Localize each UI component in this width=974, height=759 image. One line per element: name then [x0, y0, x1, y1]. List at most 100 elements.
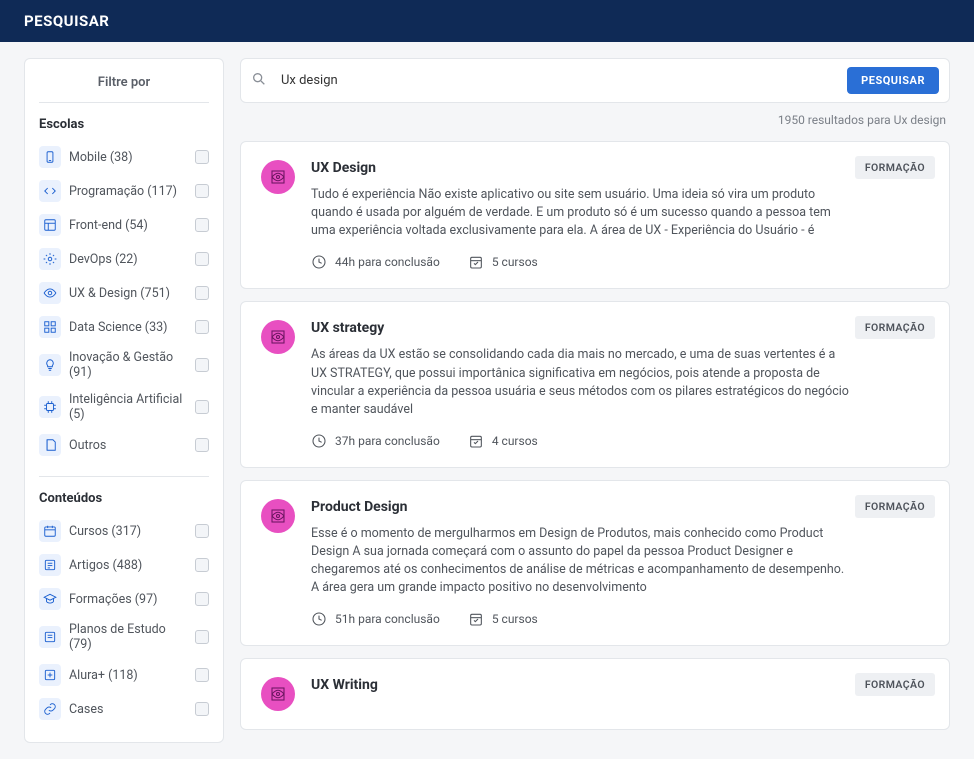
filter-checkbox[interactable] [195, 524, 209, 538]
filter-checkbox[interactable] [195, 400, 209, 414]
filter-checkbox[interactable] [195, 252, 209, 266]
filter-label: Alura+ (118) [69, 668, 187, 683]
result-title: UX Writing [311, 677, 849, 693]
filter-checkbox[interactable] [195, 702, 209, 716]
eye-icon [39, 282, 61, 304]
search-button[interactable]: PESQUISAR [847, 67, 939, 94]
type-badge: FORMAÇÃO [855, 495, 935, 518]
filter-checkbox[interactable] [195, 320, 209, 334]
cap-icon [39, 588, 61, 610]
result-card[interactable]: FORMAÇÃO UX strategy As áreas da UX estão … [240, 301, 950, 468]
filter-row[interactable]: Front-end (54) [39, 208, 209, 242]
filter-label: Inteligência Artificial (5) [69, 392, 187, 422]
filter-checkbox[interactable] [195, 592, 209, 606]
layout-icon [39, 214, 61, 236]
result-title: UX strategy [311, 320, 849, 336]
filter-row[interactable]: UX & Design (751) [39, 276, 209, 310]
filter-row[interactable]: Cursos (317) [39, 514, 209, 548]
courses-stat: 5 cursos [468, 254, 538, 270]
filter-checkbox[interactable] [195, 150, 209, 164]
filter-label: Formações (97) [69, 592, 187, 607]
filter-row[interactable]: Inteligência Artificial (5) [39, 386, 209, 428]
filter-row[interactable]: Programação (117) [39, 174, 209, 208]
filter-label: UX & Design (751) [69, 286, 187, 301]
filter-row[interactable]: Mobile (38) [39, 140, 209, 174]
courses-stat: 4 cursos [468, 433, 538, 449]
search-icon [251, 71, 267, 91]
duration-stat: 37h para conclusão [311, 433, 440, 449]
filter-label: Programação (117) [69, 184, 187, 199]
clock-icon: 37h para conclusão [335, 434, 440, 448]
filter-label: Artigos (488) [69, 558, 187, 573]
gear-icon [39, 248, 61, 270]
topbar: PESQUISAR [0, 0, 974, 42]
course-thumb-icon [261, 320, 295, 354]
page-wrap: Filtre por Escolas Mobile (38) Programação… [0, 42, 974, 759]
search-input[interactable] [277, 69, 837, 92]
result-description: Tudo é experiência Não existe aplicativo… [311, 186, 849, 240]
sidebar-section-heading: Escolas [39, 117, 209, 132]
article-icon [39, 554, 61, 576]
result-card[interactable]: FORMAÇÃO UX Design Tudo é experiência Não … [240, 141, 950, 289]
result-description: As áreas da UX estão se consolidando cad… [311, 346, 849, 419]
filter-row[interactable]: Cases [39, 692, 209, 726]
filter-label: Mobile (38) [69, 150, 187, 165]
courses-stat: 5 cursos [468, 611, 538, 627]
filter-checkbox[interactable] [195, 438, 209, 452]
filter-sidebar: Filtre por Escolas Mobile (38) Programação… [24, 58, 224, 743]
duration-stat: 44h para conclusão [311, 254, 440, 270]
result-title: UX Design [311, 160, 849, 176]
filter-label: Outros [69, 438, 187, 453]
sidebar-title: Filtre por [39, 75, 209, 103]
duration-stat: 51h para conclusão [311, 611, 440, 627]
note-icon [39, 434, 61, 456]
filter-row[interactable]: Alura+ (118) [39, 658, 209, 692]
course-thumb-icon [261, 160, 295, 194]
result-title: Product Design [311, 499, 849, 515]
filter-checkbox[interactable] [195, 286, 209, 300]
filter-row[interactable]: Formações (97) [39, 582, 209, 616]
filter-checkbox[interactable] [195, 218, 209, 232]
filter-row[interactable]: Inovação & Gestão (91) [39, 344, 209, 386]
filter-checkbox[interactable] [195, 668, 209, 682]
clock-icon: 51h para conclusão [335, 612, 440, 626]
type-badge: FORMAÇÃO [855, 673, 935, 696]
grid-icon [39, 316, 61, 338]
course-thumb-icon [261, 677, 295, 711]
bulb-icon [39, 354, 61, 376]
filter-checkbox[interactable] [195, 558, 209, 572]
plus-icon [39, 664, 61, 686]
filter-checkbox[interactable] [195, 358, 209, 372]
main-column: PESQUISAR 1950 resultados para Ux design… [240, 58, 950, 730]
filter-row[interactable]: Planos de Estudo (79) [39, 616, 209, 658]
type-badge: FORMAÇÃO [855, 316, 935, 339]
chip-icon [39, 396, 61, 418]
mobile-icon [39, 146, 61, 168]
filter-row[interactable]: Data Science (33) [39, 310, 209, 344]
course-thumb-icon [261, 499, 295, 533]
calendar-icon [39, 520, 61, 542]
filter-label: DevOps (22) [69, 252, 187, 267]
filter-row[interactable]: DevOps (22) [39, 242, 209, 276]
sidebar-section-heading: Conteúdos [39, 491, 209, 506]
list-icon [39, 626, 61, 648]
result-description: Esse é o momento de mergulharmos em Desi… [311, 525, 849, 598]
filter-checkbox[interactable] [195, 184, 209, 198]
filter-label: Cases [69, 702, 187, 717]
search-bar: PESQUISAR [240, 58, 950, 103]
filter-label: Data Science (33) [69, 320, 187, 335]
topbar-title: PESQUISAR [24, 12, 109, 30]
result-card[interactable]: FORMAÇÃO Product Design Esse é o momento d… [240, 480, 950, 647]
filter-label: Front-end (54) [69, 218, 187, 233]
link-icon [39, 698, 61, 720]
filter-row[interactable]: Artigos (488) [39, 548, 209, 582]
results-count: 1950 resultados para Ux design [240, 111, 950, 133]
result-card[interactable]: FORMAÇÃO UX Writing [240, 658, 950, 730]
type-badge: FORMAÇÃO [855, 156, 935, 179]
filter-row[interactable]: Outros [39, 428, 209, 462]
filter-checkbox[interactable] [195, 630, 209, 644]
filter-label: Inovação & Gestão (91) [69, 350, 187, 380]
filter-label: Planos de Estudo (79) [69, 622, 187, 652]
clock-icon: 44h para conclusão [335, 255, 440, 269]
code-icon [39, 180, 61, 202]
